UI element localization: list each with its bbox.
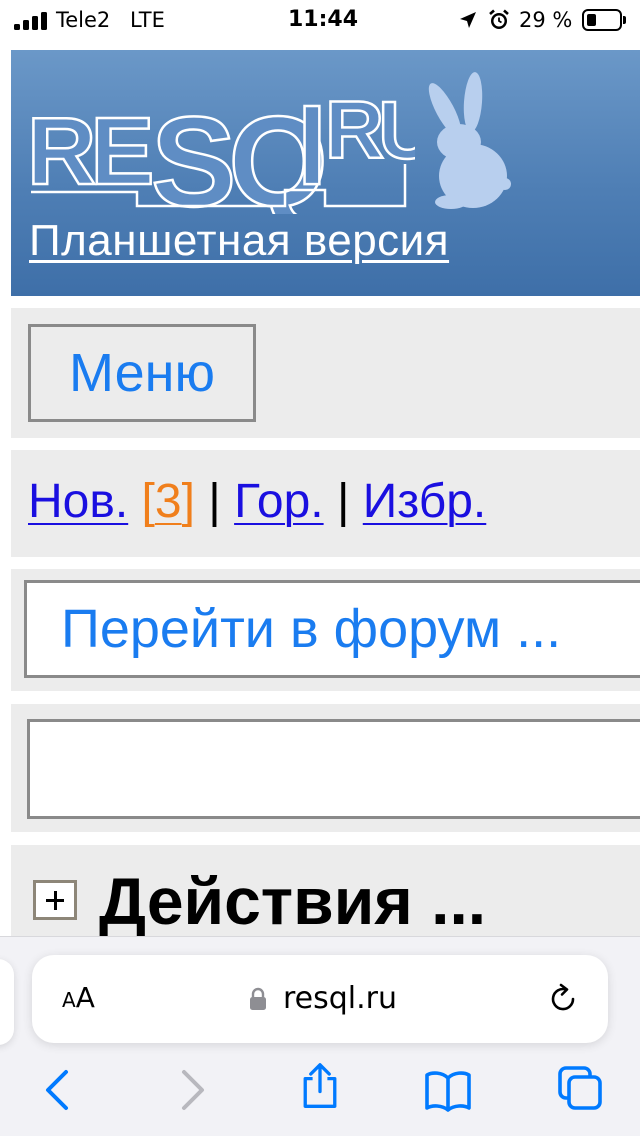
carrier-name: Tele2 <box>56 8 111 32</box>
lock-icon <box>250 987 266 1010</box>
battery-percent: 29 % <box>519 8 573 32</box>
reload-icon[interactable] <box>546 982 580 1016</box>
tablet-version-link[interactable]: Планшетная версия <box>29 216 449 266</box>
forward-icon[interactable] <box>168 1066 216 1114</box>
quick-links-section: Нов. [3] | Гор. | Избр. <box>11 450 640 557</box>
forum-select[interactable]: Перейти в форум ... <box>24 580 640 678</box>
url-text[interactable]: resql.ru <box>283 981 397 1016</box>
search-input[interactable] <box>27 719 640 819</box>
svg-text:RE: RE <box>27 98 151 205</box>
network-type: LTE <box>130 8 165 32</box>
forum-select-section: Перейти в форум ... <box>11 569 640 691</box>
actions-title[interactable]: Действия ... <box>99 863 486 939</box>
menu-section: Меню <box>11 308 640 438</box>
site-header: RE SQ l RU Планшетная версия <box>11 50 640 296</box>
page: Tele2 LTE 11:44 29 % RE SQ l RU Планшетн… <box>0 0 640 1136</box>
site-logo[interactable]: RE SQ l RU <box>25 74 415 214</box>
link-separator: | <box>336 475 350 528</box>
hot-topics-link[interactable]: Гор. <box>234 475 324 528</box>
new-messages-count[interactable]: 3 <box>155 475 182 528</box>
svg-text:RU: RU <box>325 85 415 176</box>
status-time: 11:44 <box>288 7 359 32</box>
back-icon[interactable] <box>34 1066 82 1114</box>
bookmarks-icon[interactable] <box>424 1066 472 1114</box>
new-messages-link[interactable]: Нов. <box>28 475 128 528</box>
status-bar: Tele2 LTE 11:44 29 % <box>0 0 640 44</box>
plus-box-icon[interactable] <box>33 880 77 920</box>
rabbit-icon <box>428 72 511 209</box>
menu-button[interactable]: Меню <box>28 324 256 422</box>
tabs-icon[interactable] <box>556 1064 604 1112</box>
alarm-clock-icon <box>489 9 509 29</box>
battery-icon <box>582 9 626 31</box>
text-size-small-label: A <box>62 988 76 1012</box>
counter-bracket-open: [ <box>141 475 155 528</box>
text-size-button[interactable]: AA <box>62 981 95 1014</box>
share-icon[interactable] <box>296 1062 344 1110</box>
address-bar[interactable]: AA resql.ru <box>32 955 608 1043</box>
link-separator: | <box>208 475 221 528</box>
counter-bracket-close: ] <box>181 475 195 528</box>
location-arrow-icon <box>460 12 476 28</box>
signal-bars-icon <box>14 12 48 30</box>
previous-tab-peek[interactable] <box>0 959 14 1045</box>
quick-links-row: Нов. [3] | Гор. | Избр. <box>28 474 486 529</box>
search-section <box>11 704 640 832</box>
favorites-link[interactable]: Избр. <box>363 475 487 528</box>
text-size-big-label: A <box>75 981 95 1014</box>
